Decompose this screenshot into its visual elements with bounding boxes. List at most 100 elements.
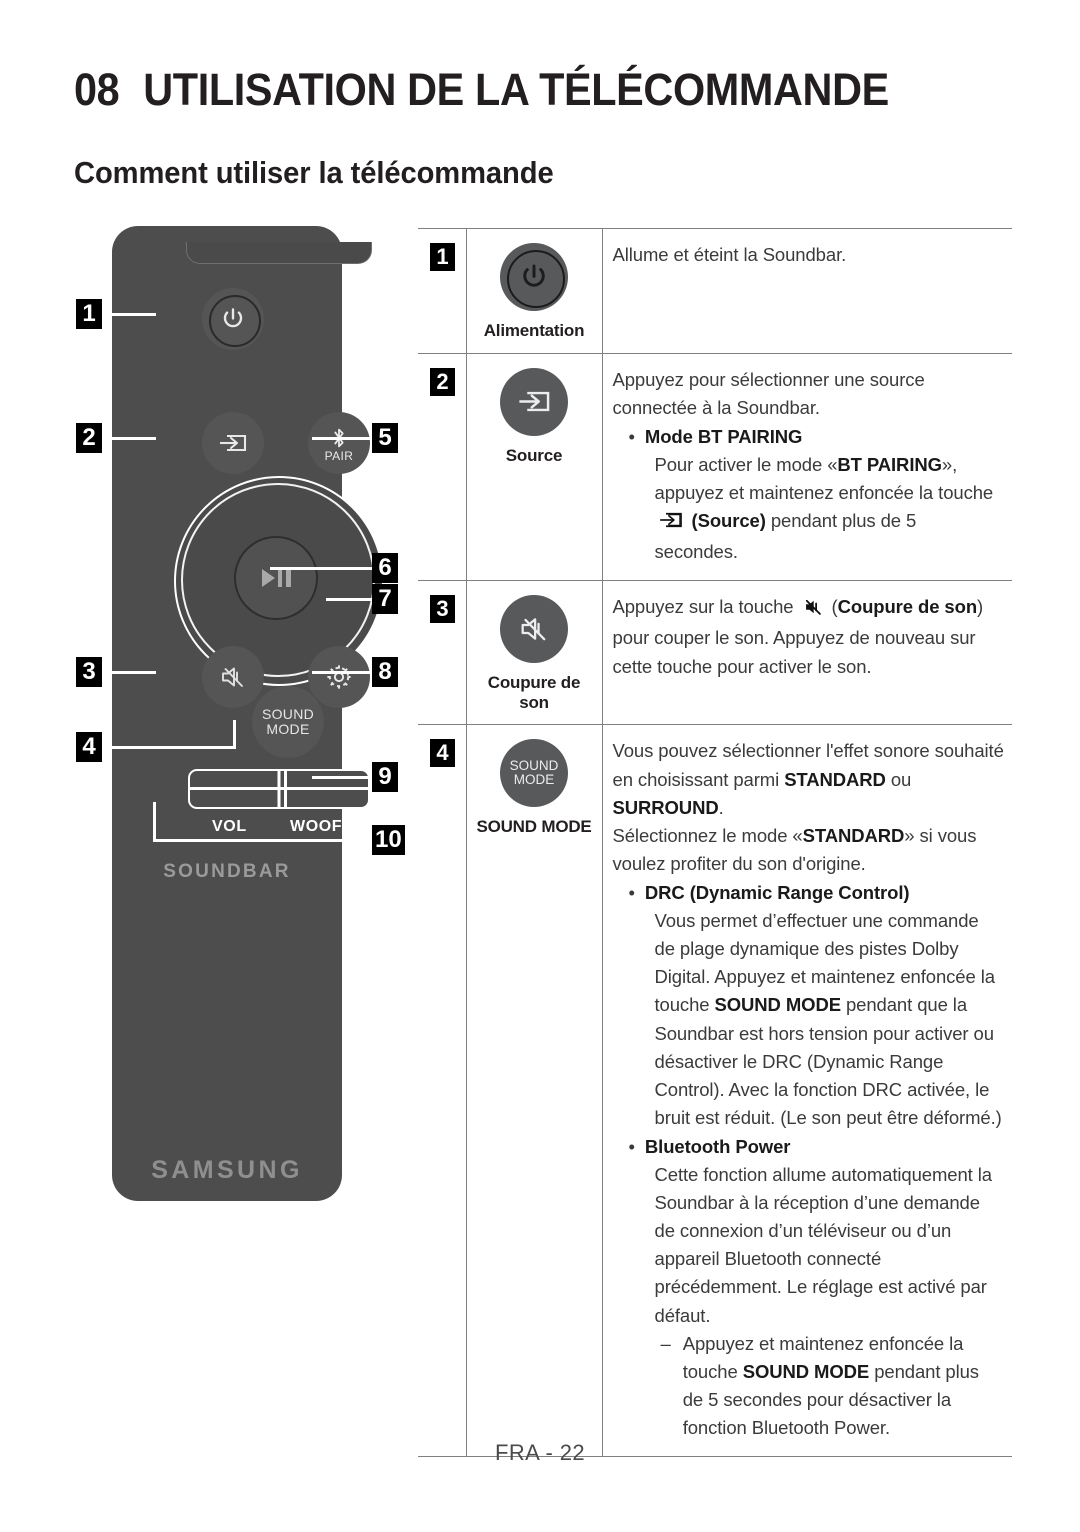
sound-mode-button-graphic: SOUND MODE [500,739,568,808]
bullet-item: • Bluetooth Power [613,1133,1005,1161]
row-description-cell: Allume et éteint la Soundbar. [602,228,1012,354]
mute-icon [222,667,243,687]
row-icon-cell: Coupure de son [465,580,603,726]
bullet-item: • DRC (Dynamic Range Control) [613,879,1005,907]
bullet-item: • Mode BT PAIRING [613,423,1005,451]
remote-sound-mode-label-2: MODE [266,721,310,737]
text-run: ( [826,596,838,618]
mute-icon [521,618,546,641]
bullet-label: Mode BT PAIRING [644,425,803,447]
description-paragraph: Vous pouvez sélectionner l'effet sonore … [613,737,1005,821]
leader-6 [270,567,374,570]
callout-3: 3 [76,657,102,687]
callout-1: 1 [76,299,102,329]
text-run: Pour activer le mode « [654,453,838,475]
remote-bt-pair-button[interactable]: PAIR [308,412,370,474]
source-icon [519,391,550,412]
row-number-cell: 1 [418,228,466,354]
leader-3 [106,671,156,674]
callout-6: 6 [372,553,398,583]
text-run-bold: (Source) [686,510,766,532]
bullet-detail: Cette fonction allume automatiquement la… [654,1164,993,1326]
callout-2: 2 [76,423,102,453]
row-icon-cell: Alimentation [465,228,603,354]
text-run: Appuyez sur la touche [612,596,799,618]
row-number-cell: 2 [418,352,466,582]
callout-4: 4 [76,732,102,762]
row-number-badge: 3 [430,595,455,624]
row-icon-label: Source [505,445,563,465]
remote-volume-rocker[interactable] [188,769,370,809]
leader-8 [312,671,374,674]
mute-button-graphic [500,595,568,664]
leader-2 [106,437,156,440]
remote-functions-table: 1 Alimentation Allume et éteint la Sound… [418,228,1012,1458]
remote-mute-button[interactable] [202,646,264,708]
dash-item: – Appuyez et maintenez enfoncée la touch… [613,1330,1005,1442]
remote-woofer-label: WOOFER [290,818,366,835]
chapter-title: UTILISATION DE LA TÉLÉCOMMANDE [143,64,889,115]
text-run-bold: SURROUND [612,796,719,818]
table-row: 1 Alimentation Allume et éteint la Sound… [418,228,1012,354]
play-pause-icon [261,569,291,587]
row-icon-cell: Source [465,352,603,582]
leader-1 [106,313,156,316]
page-footer: FRA - 22 [494,1440,585,1465]
bullet-label: Bluetooth Power [644,1135,791,1157]
text-run-bold: BT PAIRING [837,453,942,475]
sound-mode-glyph-2: MODE [513,772,555,788]
remote-source-button[interactable] [202,412,264,474]
mute-icon [802,596,824,624]
remote-vol-label: VOL [212,818,247,835]
row-description-cell: Appuyez pour sélectionner une source con… [602,352,1012,582]
ir-window [186,242,372,264]
leader-4a [106,746,236,749]
callout-8: 8 [372,657,398,687]
power-icon [523,264,545,287]
row-description-cell: Vous pouvez sélectionner l'effet sonore … [602,724,1012,1458]
row-icon-label: SOUND MODE [476,817,592,837]
callout-7: 7 [372,584,398,614]
bullet-icon: • [628,881,635,903]
row-number-badge: 2 [430,367,455,396]
leader-10b [153,839,375,842]
leader-4b [233,720,236,749]
dash-text: Appuyez et maintenez enfoncée la touche … [683,1330,1004,1442]
chapter-number: 08 [74,64,120,115]
power-button-graphic [500,243,568,311]
description-paragraph: Appuyez sur la touche (Coupure de son) p… [613,593,1005,680]
callout-5: 5 [372,423,398,453]
power-icon [223,308,243,328]
bullet-icon: • [628,425,635,447]
leader-9 [312,776,374,779]
text-run: ou [885,768,912,790]
gear-icon [327,665,351,689]
source-icon [658,510,684,538]
rocker-divider-right [284,771,287,807]
row-description-cell: Appuyez sur la touche (Coupure de son) p… [602,580,1012,726]
text-run-bold: STANDARD [784,768,886,790]
bullet-icon: • [628,1135,635,1157]
remote-sound-mode-button[interactable]: SOUND MODE [252,686,324,758]
samsung-logo: SAMSUNG [151,1156,303,1184]
remote-play-pause-button[interactable] [234,536,318,620]
remote-pair-label: PAIR [324,448,354,463]
row-number-badge: 1 [430,243,455,271]
page-title: Comment utiliser la télécommande [74,155,554,190]
bullet-detail: Vous permet d’effectuer une commande de … [613,907,1005,1132]
table-row: 4 SOUND MODE SOUND MODE Vous pouvez séle… [418,724,1012,1458]
remote-sound-mode-label-1: SOUND [261,706,315,723]
bullet-detail: Pour activer le mode «BT PAIRING», appuy… [613,451,1005,566]
remote-soundbar-text: SOUNDBAR [163,861,291,882]
leader-7 [326,598,374,601]
text-run: . [718,796,724,818]
remote-power-button[interactable] [202,288,264,350]
row-number-badge: 4 [430,739,455,768]
callout-9: 9 [372,762,398,792]
dash-icon: – [660,1332,671,1354]
leader-10a [153,802,156,842]
remote-body: PAIR SOUND MODE VOL WOOFER SOUNDBAR SAMS… [112,226,384,1201]
row-number-cell: 4 [418,724,466,1458]
row-icon-label: Coupure de son [487,673,581,712]
remote-settings-button[interactable] [308,646,370,708]
